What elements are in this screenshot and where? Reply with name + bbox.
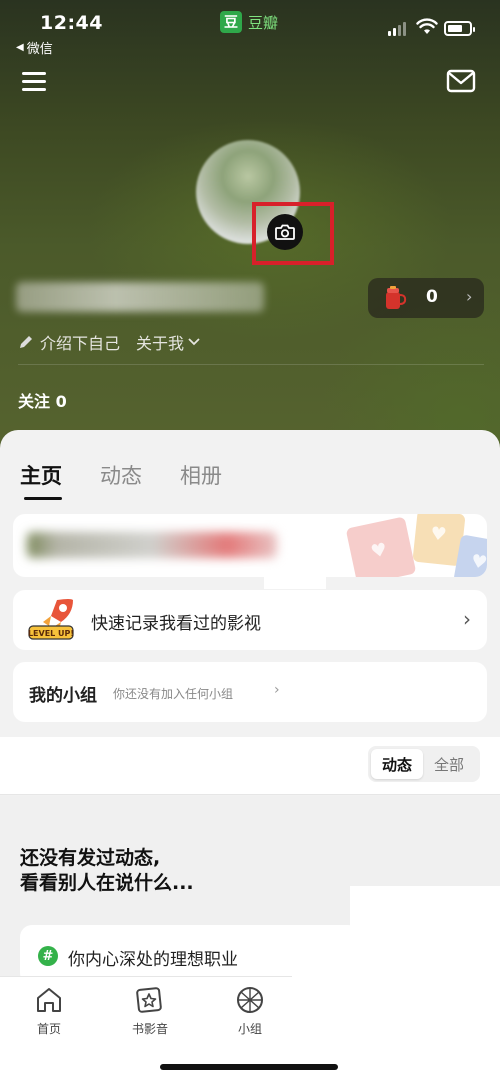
empty-feed-message: 还没有发过动态, 看看别人在说什么... bbox=[20, 846, 194, 896]
profile-tabs: 主页 动态 相册 bbox=[20, 460, 222, 490]
douban-logo-icon: 豆 bbox=[220, 11, 242, 33]
username-blurred bbox=[16, 282, 264, 312]
home-icon bbox=[37, 988, 61, 1012]
tabbar-home[interactable]: 首页 bbox=[14, 986, 84, 1037]
my-groups-subtitle: 你还没有加入任何小组 bbox=[113, 687, 234, 701]
tabbar-books-label: 书影音 bbox=[131, 1022, 168, 1036]
empty-line-1: 还没有发过动态, bbox=[20, 847, 161, 869]
feed-filter-segment: 动态 全部 bbox=[368, 746, 480, 782]
my-groups-card[interactable]: 我的小组 你还没有加入任何小组 › bbox=[13, 662, 487, 722]
mail-icon[interactable] bbox=[446, 69, 476, 93]
app-badge: 豆 豆瓣 bbox=[220, 11, 278, 33]
tabbar-groups-label: 小组 bbox=[237, 1022, 262, 1036]
heart-icon: ♥ bbox=[469, 550, 487, 575]
score-pill[interactable]: 0 › bbox=[368, 278, 484, 318]
decorative-card-pink: ♥ bbox=[345, 516, 417, 577]
battery-icon bbox=[444, 21, 475, 36]
rocket-level-up-icon: LEVEL UP! bbox=[28, 599, 74, 640]
chevron-right-icon: › bbox=[463, 607, 471, 631]
wifi-icon bbox=[416, 18, 438, 34]
intro-row: 介绍下自己 关于我 bbox=[18, 330, 200, 354]
back-to-wechat[interactable]: ◀ 微信 bbox=[16, 38, 53, 57]
star-card-icon bbox=[136, 987, 162, 1013]
chevron-down-icon bbox=[188, 338, 200, 346]
app-name: 豆瓣 bbox=[248, 13, 279, 32]
cellular-signal-icon bbox=[388, 22, 406, 36]
hashtag-icon: # bbox=[38, 946, 58, 966]
banner-text-blurred bbox=[27, 532, 277, 558]
intro-link[interactable]: 介绍下自己 bbox=[40, 330, 120, 354]
heart-icon: ♥ bbox=[368, 538, 390, 563]
tab-activity[interactable]: 动态 bbox=[100, 460, 142, 490]
menu-button[interactable] bbox=[22, 70, 48, 92]
pencil-icon bbox=[20, 336, 32, 348]
tabbar-home-label: 首页 bbox=[36, 1022, 61, 1036]
filter-activity-button[interactable]: 动态 bbox=[371, 749, 423, 779]
about-me-label: 关于我 bbox=[136, 334, 185, 353]
quick-record-label: 快速记录我看过的影视 bbox=[91, 614, 261, 634]
tab-album[interactable]: 相册 bbox=[180, 460, 222, 490]
chevron-right-icon: › bbox=[274, 682, 280, 698]
about-me-dropdown[interactable]: 关于我 bbox=[136, 330, 200, 354]
tabbar-groups[interactable]: 小组 bbox=[215, 986, 285, 1037]
score-value: 0 bbox=[426, 287, 438, 307]
quick-record-card[interactable]: LEVEL UP! 快速记录我看过的影视 › bbox=[13, 590, 487, 650]
tabbar-books-movies-music[interactable]: 书影音 bbox=[115, 986, 185, 1037]
home-indicator bbox=[160, 1064, 338, 1070]
back-triangle-icon: ◀ bbox=[16, 42, 24, 53]
image-overlay bbox=[350, 886, 500, 966]
empty-line-2: 看看别人在说什么... bbox=[20, 872, 194, 894]
red-pot-icon bbox=[386, 286, 407, 309]
filter-all-button[interactable]: 全部 bbox=[423, 749, 475, 779]
image-overlay bbox=[264, 577, 326, 589]
status-bar: 12:44 ◀ 微信 豆 豆瓣 bbox=[0, 0, 500, 62]
my-groups-title: 我的小组 bbox=[29, 686, 97, 706]
topic-title: 你内心深处的理想职业 bbox=[68, 950, 238, 970]
following-count[interactable]: 关注 0 bbox=[18, 388, 67, 412]
tab-home[interactable]: 主页 bbox=[20, 460, 62, 490]
active-tab-indicator bbox=[24, 497, 62, 500]
back-app-label: 微信 bbox=[26, 42, 53, 57]
chevron-right-icon: › bbox=[466, 287, 473, 306]
group-ball-icon bbox=[237, 987, 263, 1013]
rocket-badge-text: LEVEL UP! bbox=[28, 629, 74, 638]
status-time: 12:44 bbox=[40, 12, 103, 34]
divider bbox=[18, 364, 484, 365]
promo-banner[interactable]: ♥ ♥ ♥ bbox=[13, 514, 487, 577]
annotation-highlight-box bbox=[252, 202, 334, 265]
heart-icon: ♥ bbox=[429, 523, 448, 546]
profile-header: 12:44 ◀ 微信 豆 豆瓣 0 › 介绍下自己 关于我 关注 0 bbox=[0, 0, 500, 450]
